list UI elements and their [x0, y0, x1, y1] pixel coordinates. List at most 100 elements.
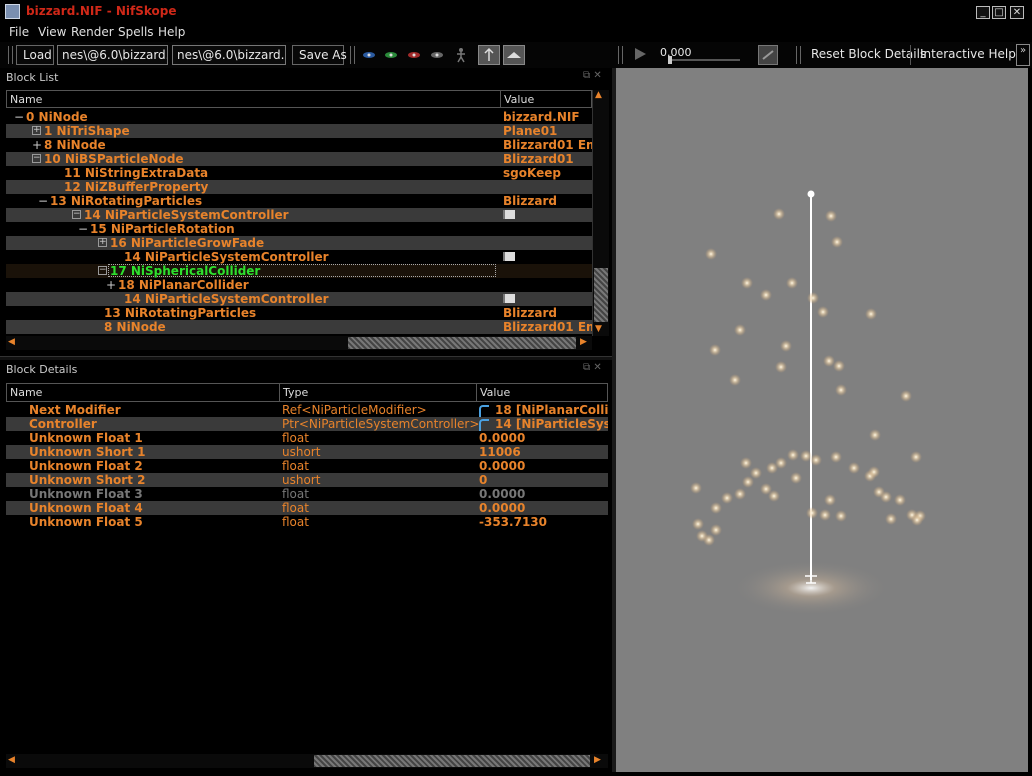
block-list-hscroll[interactable]: ◀ ▶ — [6, 336, 592, 350]
block-list-row[interactable]: +8 NiNode Blizzard01 Emitter — [6, 138, 592, 152]
block-list-float-icon[interactable]: ⧉ ✕ — [583, 70, 602, 81]
link-icon[interactable] — [479, 418, 489, 431]
block-list-row[interactable]: −15 NiParticleRotation — [6, 222, 592, 236]
load-button[interactable]: Load — [16, 45, 54, 65]
details-scroll-right-arrow[interactable]: ▶ — [594, 755, 601, 765]
menu-spells[interactable]: Spells — [118, 25, 154, 39]
expand-icon[interactable]: + — [32, 126, 41, 135]
minimize-button[interactable]: _ — [976, 6, 990, 19]
block-list-row[interactable]: −13 NiRotatingParticles Blizzard — [6, 194, 592, 208]
detail-row[interactable]: Next Modifier Ref<NiParticleModifier> 18 [… — [6, 403, 608, 417]
time-slider-handle[interactable] — [668, 56, 672, 64]
detail-value[interactable]: 18 [NiPlanarCollider] — [479, 403, 608, 417]
toolbar-grip-2[interactable] — [350, 46, 355, 64]
scroll-down-arrow[interactable]: ▼ — [595, 324, 602, 334]
detail-value[interactable]: -353.7130 — [479, 515, 547, 529]
flip-view-button[interactable] — [478, 45, 500, 65]
vscroll-thumb[interactable] — [594, 268, 608, 322]
expand-icon[interactable]: + — [98, 238, 107, 247]
block-list-row[interactable]: −10 NiBSParticleNode Blizzard01 — [6, 152, 592, 166]
menu-render[interactable]: Render — [71, 25, 114, 39]
collapse-icon[interactable]: − — [78, 222, 88, 236]
column-header-value[interactable]: Value — [500, 90, 592, 108]
block-list-row[interactable]: +1 NiTriShape Plane01 — [6, 124, 592, 138]
restore-button[interactable]: □ — [992, 6, 1006, 19]
toolbar-extension-button[interactable]: » — [1016, 44, 1030, 66]
scroll-up-arrow[interactable]: ▲ — [595, 90, 602, 100]
axis-top-handle[interactable] — [807, 190, 815, 198]
column-header-name[interactable]: Name — [6, 90, 501, 108]
collapse-icon[interactable]: − — [98, 266, 107, 275]
details-hscroll[interactable]: ◀ ▶ — [6, 754, 608, 768]
details-header-type[interactable]: Type — [279, 383, 477, 402]
details-header-name[interactable]: Name — [6, 383, 280, 402]
view-eye-icon[interactable] — [362, 49, 376, 61]
close-button[interactable]: ✕ — [1010, 6, 1024, 19]
block-list-row[interactable]: 14 NiParticleSystemController — [6, 292, 592, 306]
walk-icon[interactable] — [455, 47, 467, 63]
detail-value[interactable]: 14 [NiParticleSystemController] — [479, 417, 608, 431]
toolbar-grip[interactable] — [8, 46, 13, 64]
collapse-icon[interactable]: − — [14, 110, 24, 124]
detail-row[interactable]: Unknown Float 4 float 0.0000 — [6, 501, 608, 515]
detail-value[interactable]: 0 — [479, 473, 487, 487]
details-hscroll-thumb[interactable] — [314, 755, 590, 767]
perspective-button[interactable] — [503, 45, 525, 65]
loop-button[interactable] — [758, 45, 778, 65]
block-list-row[interactable]: −17 NiSphericalCollider — [6, 264, 592, 278]
scroll-right-arrow[interactable]: ▶ — [580, 337, 587, 347]
detail-name: Unknown Short 2 — [29, 473, 146, 487]
detail-row[interactable]: Unknown Float 3 float 0.0000 — [6, 487, 608, 501]
block-list-vscroll[interactable]: ▲ ▼ — [592, 90, 609, 336]
menu-help[interactable]: Help — [158, 25, 185, 39]
block-list-row[interactable]: 13 NiRotatingParticles Blizzard — [6, 306, 592, 320]
detail-row[interactable]: Unknown Short 1 ushort 11006 — [6, 445, 608, 459]
detail-value[interactable]: 0.0000 — [479, 501, 525, 515]
collapse-icon[interactable]: − — [38, 194, 48, 208]
collapse-icon[interactable]: − — [72, 210, 81, 219]
detail-row[interactable]: Controller Ptr<NiParticleSystemController… — [6, 417, 608, 431]
time-slider[interactable] — [668, 56, 740, 64]
hscroll-thumb[interactable] — [348, 337, 576, 349]
block-list-row[interactable]: 8 NiNode Blizzard01 Emitter — [6, 320, 592, 334]
detail-value[interactable]: 0.0000 — [479, 459, 525, 473]
scroll-left-arrow[interactable]: ◀ — [8, 337, 15, 347]
block-list-row[interactable]: −14 NiParticleSystemController — [6, 208, 592, 222]
details-scroll-left-arrow[interactable]: ◀ — [8, 755, 15, 765]
detail-value[interactable]: 11006 — [479, 445, 521, 459]
detail-row[interactable]: Unknown Float 2 float 0.0000 — [6, 459, 608, 473]
load-path-field[interactable]: nes\@6.0\bizzard.NIF — [57, 45, 168, 65]
block-list-row[interactable]: +16 NiParticleGrowFade — [6, 236, 592, 250]
view-eye-gray-icon[interactable] — [430, 49, 444, 61]
interactive-help-button[interactable]: Interactive Help — [920, 47, 1016, 61]
detail-value[interactable]: 0.0000 — [479, 487, 525, 501]
block-list-row[interactable]: +18 NiPlanarCollider — [6, 278, 592, 292]
detail-row[interactable]: Unknown Float 5 float -353.7130 — [6, 515, 608, 529]
collapse-icon[interactable]: − — [32, 154, 41, 163]
block-details-float-icon[interactable]: ⧉ ✕ — [583, 362, 602, 373]
detail-row[interactable]: Unknown Short 2 ushort 0 — [6, 473, 608, 487]
detail-name: Unknown Float 1 — [29, 431, 143, 445]
menu-file[interactable]: File — [9, 25, 29, 39]
block-list-row[interactable]: −0 NiNode bizzard.NIF — [6, 110, 592, 124]
expand-icon[interactable]: + — [32, 138, 42, 152]
save-path-field[interactable]: nes\@6.0\bizzard.NIF — [172, 45, 286, 65]
render-viewport[interactable] — [616, 68, 1028, 772]
detail-value[interactable]: 0.0000 — [479, 431, 525, 445]
detail-name: Unknown Float 5 — [29, 515, 143, 529]
toolbar-grip-3[interactable] — [618, 46, 623, 64]
menu-view[interactable]: View — [38, 25, 66, 39]
expand-icon[interactable]: + — [106, 278, 116, 292]
toolbar-grip-4[interactable] — [796, 46, 801, 64]
save-as-button[interactable]: Save As — [292, 45, 347, 65]
reset-block-details-button[interactable]: Reset Block Details — [811, 47, 926, 61]
view-eye-green-icon[interactable] — [384, 49, 398, 61]
play-icon[interactable] — [633, 47, 647, 61]
details-header-value[interactable]: Value — [476, 383, 608, 402]
block-list-row[interactable]: 11 NiStringExtraData sgoKeep — [6, 166, 592, 180]
block-list-row[interactable]: 12 NiZBufferProperty — [6, 180, 592, 194]
link-icon[interactable] — [479, 404, 489, 417]
block-list-row[interactable]: 14 NiParticleSystemController — [6, 250, 592, 264]
view-eye-red-icon[interactable] — [407, 49, 421, 61]
detail-row[interactable]: Unknown Float 1 float 0.0000 — [6, 431, 608, 445]
